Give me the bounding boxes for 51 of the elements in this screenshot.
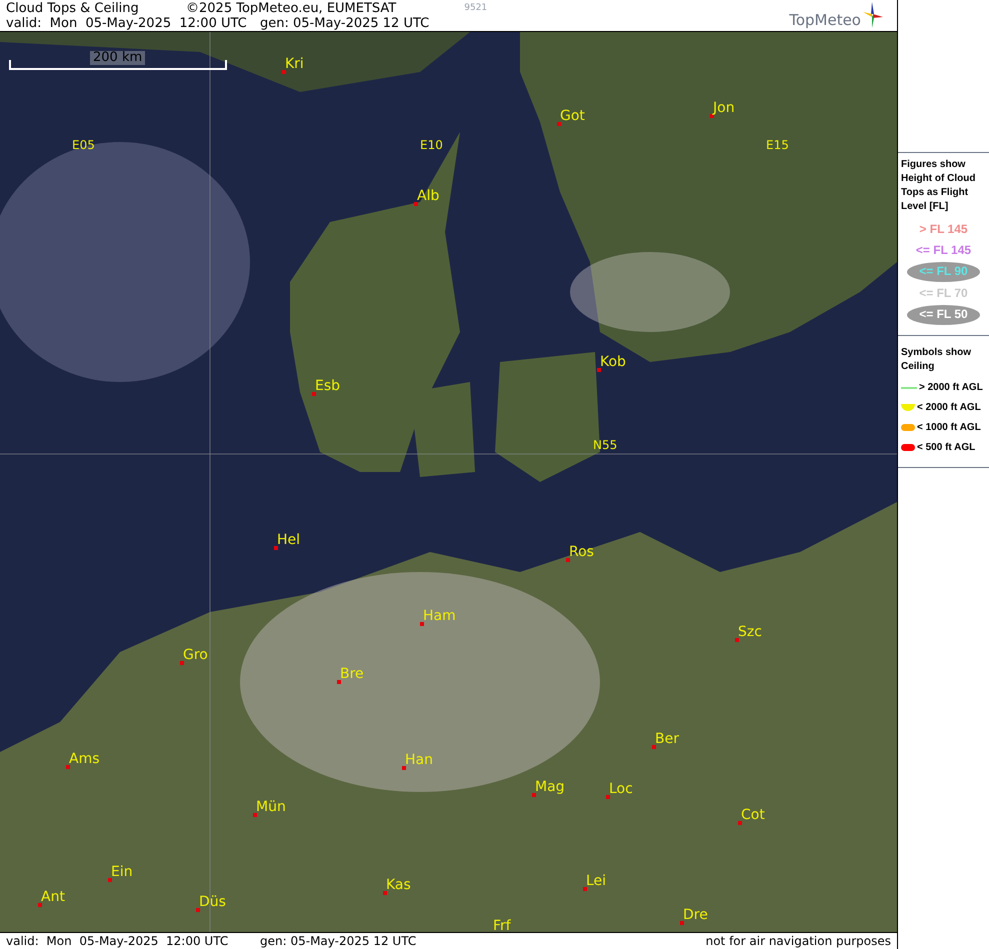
grid-label: E15: [766, 138, 789, 152]
flight-level-key: <= FL 90: [919, 264, 968, 278]
chart-title: Cloud Tops & Ceiling: [6, 1, 140, 16]
city-label: Mag: [535, 780, 565, 795]
city-label: Esb: [315, 379, 340, 394]
flight-level-key: <= FL 145: [916, 241, 972, 260]
city-label: Frf: [493, 919, 511, 932]
ceiling-key-label: < 1000 ft AGL: [917, 421, 981, 435]
flight-level-key: > FL 145: [919, 220, 968, 239]
image-code: 9521: [464, 2, 488, 15]
city-label: Ros: [569, 545, 594, 560]
disclaimer-text: not for air navigation purposes: [706, 934, 891, 948]
city-label: Dre: [683, 908, 708, 923]
grid-label: N55: [593, 438, 618, 452]
city-label: Jon: [713, 101, 735, 116]
ceiling-key-label: > 2000 ft AGL: [919, 381, 983, 395]
flight-level-key: <= FL 50: [919, 307, 968, 321]
city-label: Got: [560, 109, 585, 124]
city-label: Düs: [199, 895, 226, 910]
ceiling-key-label: < 2000 ft AGL: [917, 401, 981, 415]
generated-time: gen: 05-May-2025 12 UTC: [260, 934, 416, 948]
city-label: Ams: [69, 752, 100, 767]
city-label: Ein: [111, 865, 133, 880]
city-label: Bre: [340, 667, 364, 682]
generated-time: gen: 05-May-2025 12 UTC: [260, 16, 430, 31]
city-label: Kob: [600, 355, 626, 370]
city-label: Lei: [586, 874, 606, 889]
ceiling-key-label: < 500 ft AGL: [917, 441, 976, 455]
city-label: Ant: [41, 890, 65, 905]
legend-title: Figures show Height of Cloud Tops as Flight Level [FL]: [901, 158, 976, 214]
city-label: Hel: [277, 533, 300, 548]
valid-time: valid: Mon 05-May-2025 12:00 UTC: [6, 16, 248, 31]
city-label: Szc: [738, 625, 762, 640]
city-label: Kri: [285, 57, 304, 72]
city-label: Ber: [655, 732, 679, 747]
logo-text: TopMeteo: [789, 10, 861, 28]
city-label: Cot: [741, 808, 765, 823]
grid-label: E10: [420, 138, 443, 152]
city-label: Ham: [423, 609, 456, 624]
star-logo-icon: [863, 2, 883, 28]
valid-time: valid: Mon 05-May-2025 12:00 UTC: [6, 934, 230, 948]
legend-title: Symbols show Ceiling: [901, 346, 972, 374]
city-label: Loc: [609, 782, 633, 797]
city-label: Han: [405, 753, 433, 768]
grid-label: E05: [72, 138, 95, 152]
city-label: Kas: [386, 878, 411, 893]
city-label: Mün: [256, 800, 286, 815]
copyright-text: ©2025 TopMeteo.eu, EUMETSAT: [186, 1, 396, 16]
city-label: Gro: [183, 648, 208, 663]
scale-label: 200 km: [90, 51, 146, 65]
city-label: Alb: [417, 189, 440, 204]
